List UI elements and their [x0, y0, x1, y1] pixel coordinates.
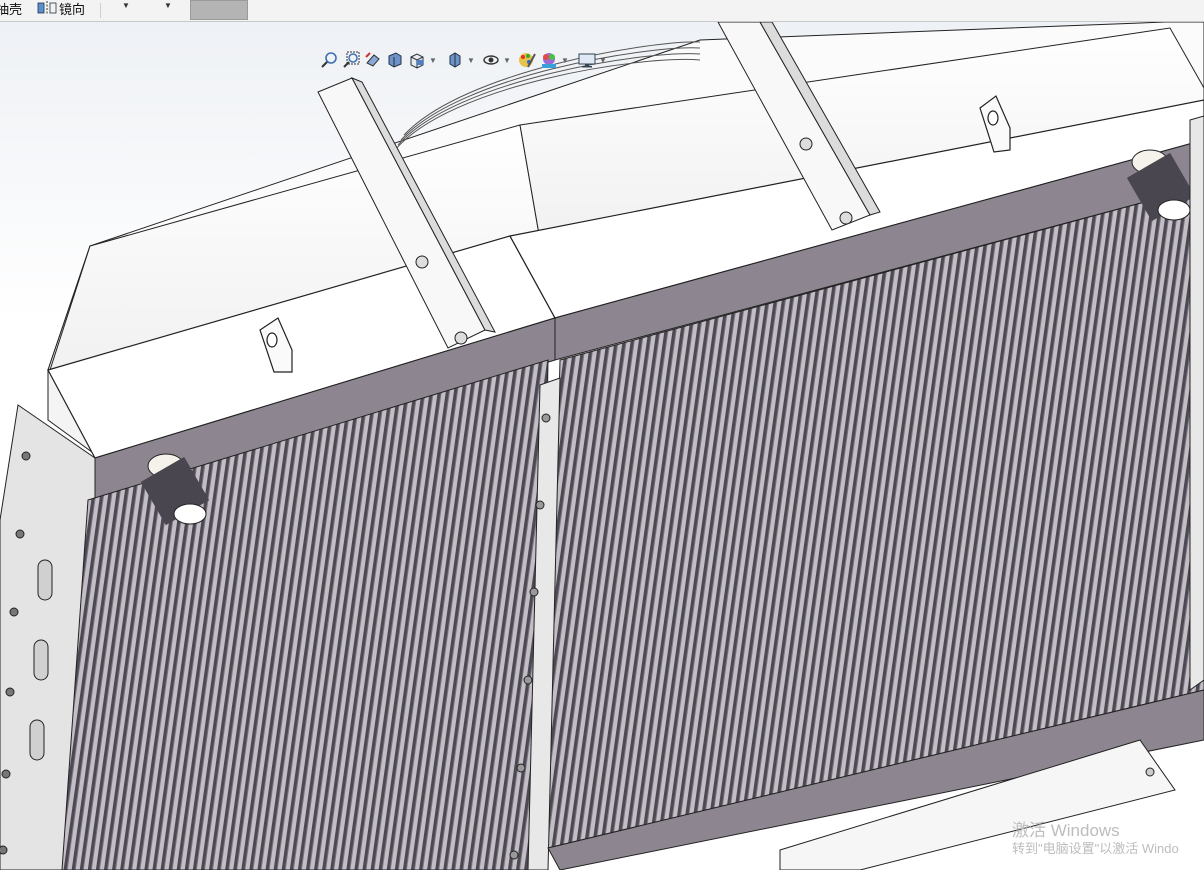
zoom-to-fit-icon[interactable]	[318, 49, 340, 71]
mirror-command[interactable]: 镜向	[37, 0, 85, 20]
hide-show-chevron-down-icon[interactable]: ▼	[502, 56, 512, 65]
command-ribbon: 抽壳 镜向 ▼ ▼	[0, 0, 1204, 22]
mirror-label: 镜向	[59, 2, 86, 17]
display-style-chevron-down-icon[interactable]: ▼	[466, 56, 476, 65]
ribbon-divider	[100, 3, 101, 18]
cooler-model	[0, 22, 1204, 870]
apply-scene-icon[interactable]	[538, 49, 560, 71]
dropdown-1-chevron-down-icon[interactable]: ▼	[122, 1, 130, 10]
ribbon-swatch	[190, 0, 248, 20]
previous-view-icon[interactable]	[362, 49, 384, 71]
shell-label: 抽壳	[0, 2, 23, 17]
shell-command[interactable]: 抽壳	[0, 0, 22, 20]
section-view-icon[interactable]	[384, 49, 406, 71]
display-style-icon[interactable]	[444, 49, 466, 71]
right-frame	[1189, 115, 1204, 691]
heads-up-view-toolbar: ▼ ▼ ▼ ▼ ▼	[318, 48, 608, 72]
watermark-line-2: 转到"电脑设置"以激活 Windo	[1012, 841, 1179, 856]
graphics-viewport[interactable]: ▼ ▼ ▼ ▼ ▼ 激活 Windows 转到"电脑设置"以激活 Windo	[0, 22, 1204, 870]
windows-activation-watermark: 激活 Windows 转到"电脑设置"以激活 Windo	[1012, 822, 1179, 858]
apply-scene-chevron-down-icon[interactable]: ▼	[560, 56, 570, 65]
dropdown-2-chevron-down-icon[interactable]: ▼	[164, 1, 172, 10]
view-orientation-chevron-down-icon[interactable]: ▼	[428, 56, 438, 65]
mirror-icon	[37, 0, 57, 21]
view-orientation-icon[interactable]	[406, 49, 428, 71]
view-settings-chevron-down-icon[interactable]: ▼	[598, 56, 608, 65]
zoom-to-area-icon[interactable]	[340, 49, 362, 71]
view-settings-icon[interactable]	[576, 49, 598, 71]
hide-show-items-icon[interactable]	[480, 49, 502, 71]
edit-appearance-icon[interactable]	[516, 49, 538, 71]
watermark-line-1: 激活 Windows	[1012, 821, 1120, 840]
